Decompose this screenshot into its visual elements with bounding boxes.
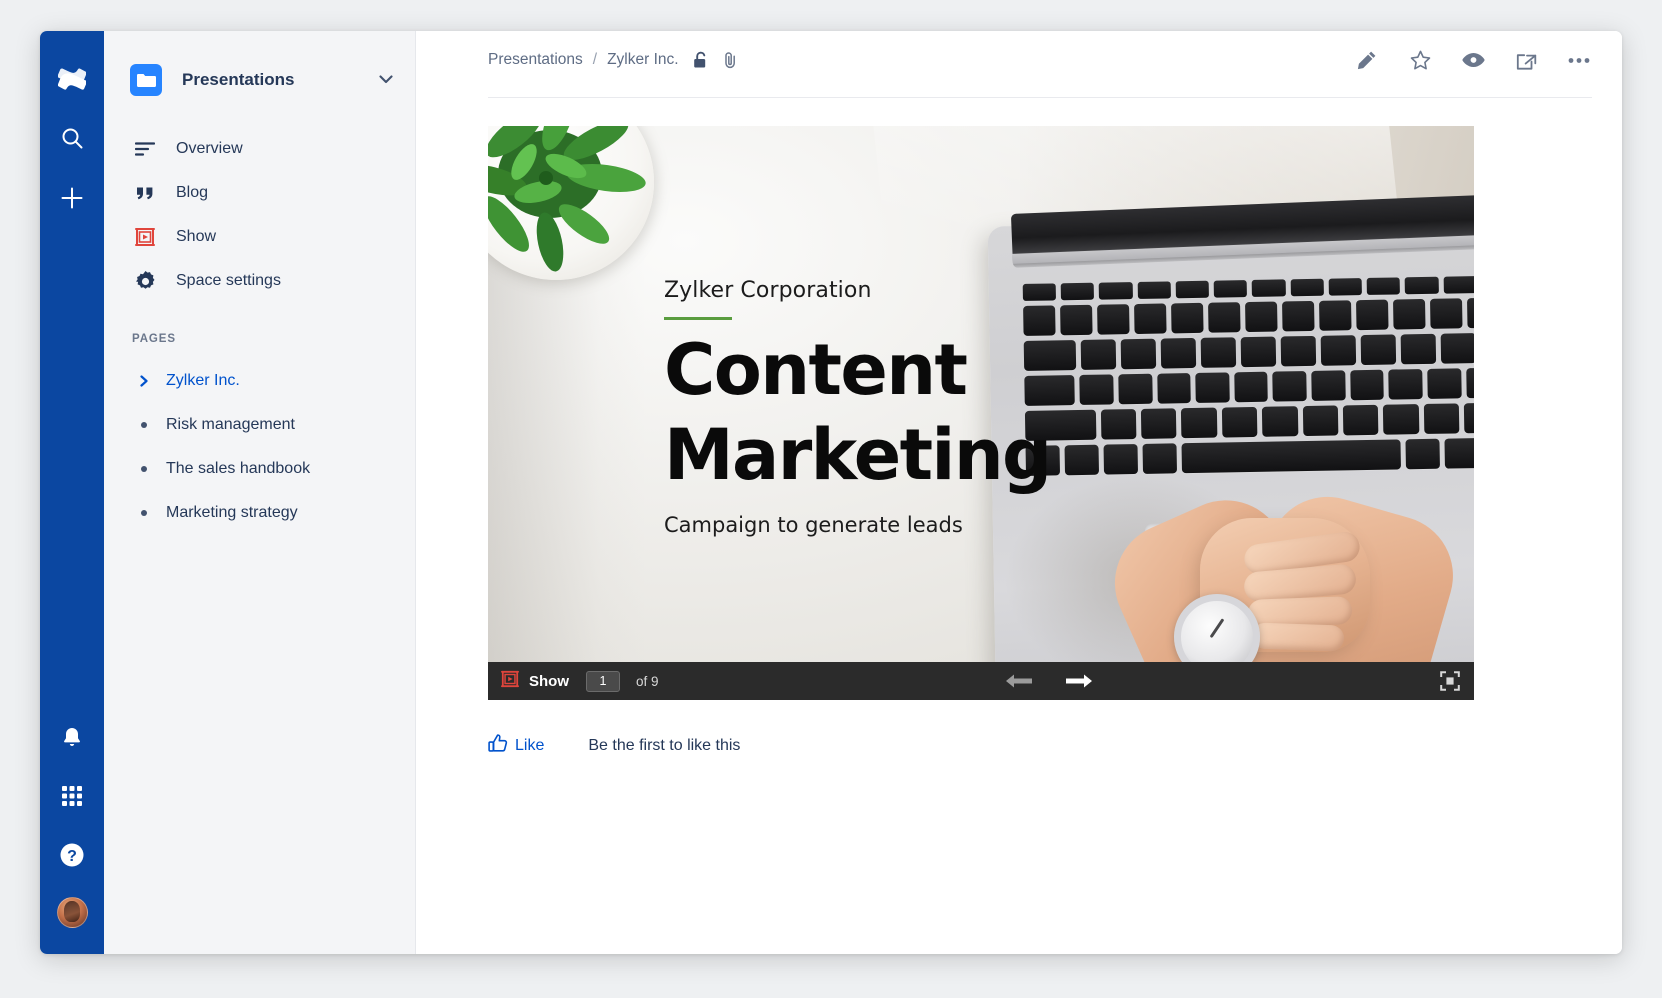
plant-leaves — [488, 126, 664, 292]
sidebar-item-overview[interactable]: Overview — [104, 127, 415, 171]
slide-title-line-1: Content — [664, 329, 968, 411]
like-button[interactable]: Like — [488, 734, 544, 758]
breadcrumb-root[interactable]: Presentations — [488, 51, 583, 69]
unlocked-padlock-icon[interactable] — [693, 51, 709, 69]
content-area: Presentations / Zylker Inc. Zylker Corpo… — [416, 31, 1622, 954]
space-header[interactable]: Presentations — [104, 57, 415, 103]
sidebar-item-show[interactable]: Show — [104, 215, 415, 259]
question-circle-icon[interactable]: ? — [55, 838, 89, 872]
chevron-down-icon[interactable] — [379, 71, 393, 89]
like-label: Like — [515, 737, 545, 754]
search-icon[interactable] — [55, 121, 89, 155]
player-brand-label: Show — [529, 672, 569, 690]
arrow-right-icon[interactable] — [1066, 673, 1093, 689]
global-icon-rail: ? — [40, 31, 104, 954]
share-icon[interactable] — [1513, 47, 1539, 73]
player-page-input[interactable]: 1 — [586, 670, 620, 692]
page-tree: Zylker Inc. Risk management The sales ha… — [104, 359, 415, 535]
breadcrumb-separator: / — [592, 51, 598, 68]
page-item-marketing-strategy[interactable]: Marketing strategy — [104, 491, 415, 535]
slide-accent-rule — [664, 317, 732, 320]
topbar-actions — [1354, 47, 1592, 73]
breadcrumb: Presentations / Zylker Inc. — [488, 51, 1354, 69]
show-play-icon — [500, 670, 520, 693]
pencil-icon[interactable] — [1354, 47, 1380, 73]
lines-icon — [132, 141, 158, 157]
page-item-label: Zylker Inc. — [166, 372, 240, 389]
gear-icon — [132, 270, 158, 292]
page-item-label: Marketing strategy — [166, 504, 298, 521]
folder-icon — [130, 64, 162, 96]
bullet-icon — [134, 422, 154, 428]
slide-player-bar: Show 1 of 9 — [488, 662, 1474, 700]
plus-icon[interactable] — [55, 181, 89, 215]
pages-section-header: PAGES — [132, 333, 176, 345]
sidebar-item-blog[interactable]: Blog — [104, 171, 415, 215]
slide-organization: Zylker Corporation — [664, 278, 872, 303]
show-play-icon — [132, 227, 158, 247]
quote-icon — [132, 185, 158, 201]
breadcrumb-current[interactable]: Zylker Inc. — [607, 51, 678, 69]
sidebar-item-label: Space settings — [176, 272, 281, 289]
slide-title-line-2: Marketing — [664, 413, 1052, 496]
slide-text-block: Zylker Corporation Content Marketing Cam… — [664, 278, 1052, 538]
page-item-zylker-inc[interactable]: Zylker Inc. — [104, 359, 415, 403]
app-window: ? Presentations Overview Blog Show Space… — [40, 31, 1622, 954]
content-topbar: Presentations / Zylker Inc. — [416, 31, 1622, 89]
space-sidebar: Presentations Overview Blog Show Space s… — [104, 31, 416, 954]
space-nav-list: Overview Blog Show Space settings — [104, 127, 415, 303]
slide-viewer: Zylker Corporation Content Marketing Cam… — [488, 126, 1474, 700]
content-divider — [488, 97, 1592, 98]
page-item-risk-management[interactable]: Risk management — [104, 403, 415, 447]
thumbs-up-icon — [488, 734, 508, 758]
space-title: Presentations — [182, 70, 295, 89]
page-item-the-sales-handbook[interactable]: The sales handbook — [104, 447, 415, 491]
like-row: Like Be the first to like this — [488, 734, 1622, 758]
arrow-left-icon[interactable] — [1006, 673, 1033, 689]
page-item-label: Risk management — [166, 416, 295, 433]
bell-icon[interactable] — [55, 720, 89, 754]
hands-image — [1095, 418, 1468, 700]
eye-icon[interactable] — [1460, 47, 1486, 73]
avatar[interactable] — [56, 897, 88, 928]
sidebar-item-label: Overview — [176, 140, 243, 157]
slide-subtitle: Campaign to generate leads — [664, 513, 963, 538]
page-item-label: The sales handbook — [166, 460, 311, 477]
bullet-icon — [134, 466, 154, 472]
sidebar-item-space-settings[interactable]: Space settings — [104, 259, 415, 303]
slide-canvas[interactable]: Zylker Corporation Content Marketing Cam… — [488, 126, 1474, 700]
like-status: Be the first to like this — [588, 737, 741, 754]
svg-text:?: ? — [67, 848, 77, 865]
sidebar-item-label: Blog — [176, 184, 209, 201]
paperclip-icon[interactable] — [723, 51, 738, 69]
chevron-right-icon[interactable] — [134, 375, 154, 387]
player-page-total: of 9 — [636, 673, 659, 689]
ellipsis-icon[interactable] — [1566, 47, 1592, 73]
confluence-logo-icon[interactable] — [55, 61, 89, 95]
sidebar-item-label: Show — [176, 228, 217, 245]
grid-icon[interactable] — [55, 779, 89, 813]
bullet-icon — [134, 510, 154, 516]
star-outline-icon[interactable] — [1407, 47, 1433, 73]
fullscreen-icon[interactable] — [1440, 671, 1460, 691]
